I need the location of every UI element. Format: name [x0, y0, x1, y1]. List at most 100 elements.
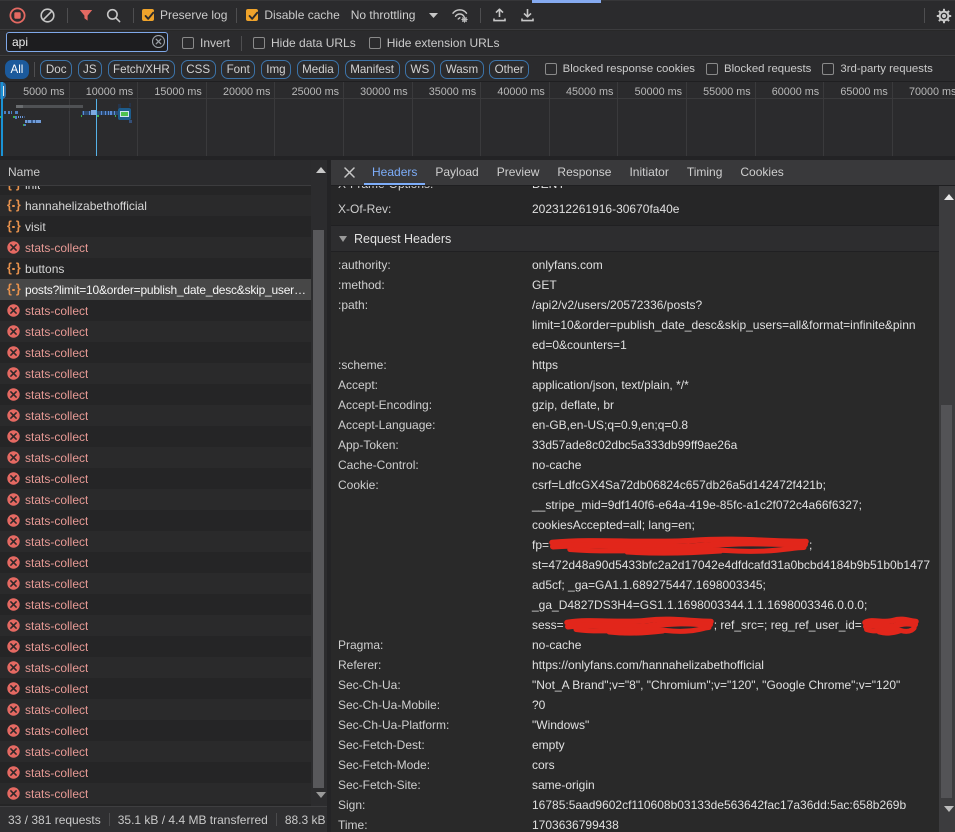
request-row-stats-collect[interactable]: stats-collect: [0, 615, 330, 636]
right-scrollbar[interactable]: [939, 186, 955, 832]
invert-checkbox[interactable]: [182, 37, 194, 49]
scroll-down-icon[interactable]: [316, 792, 326, 798]
header-value: __stripe_mid=9df140f6-e64a-419e-85fc-a1c…: [532, 498, 862, 512]
value-text: onlyfans.com: [532, 258, 603, 272]
filter-input[interactable]: [6, 32, 168, 52]
request-row-stats-collect[interactable]: stats-collect: [0, 657, 330, 678]
left-scrollbar-thumb[interactable]: [313, 230, 324, 788]
error-icon: [7, 745, 20, 758]
waterfall-mark: [25, 120, 27, 123]
request-row-stats-collect[interactable]: stats-collect: [0, 468, 330, 489]
request-row-stats-collect[interactable]: stats-collect: [0, 531, 330, 552]
tab-cookies[interactable]: Cookies: [732, 160, 791, 185]
preserve-log-checkbox[interactable]: [142, 9, 154, 21]
network-conditions-icon[interactable]: [451, 8, 470, 23]
request-row-stats-collect[interactable]: stats-collect: [0, 405, 330, 426]
type-filter-wasm[interactable]: Wasm: [440, 60, 483, 79]
search-icon[interactable]: [106, 8, 121, 23]
request-row-stats-collect[interactable]: stats-collect: [0, 594, 330, 615]
request-row-stats-collect[interactable]: stats-collect: [0, 321, 330, 342]
request-row-stats-collect[interactable]: stats-collect: [0, 573, 330, 594]
request-row-init[interactable]: {}init: [0, 186, 330, 195]
disable-cache-checkbox[interactable]: [246, 9, 258, 21]
overview-window-left-edge[interactable]: [1, 82, 3, 160]
request-headers-section[interactable]: Request Headers: [331, 225, 955, 252]
scroll-down-icon[interactable]: [944, 806, 954, 812]
type-filter-fetch-xhr[interactable]: Fetch/XHR: [108, 60, 176, 79]
hide-data-urls-checkbox[interactable]: [253, 37, 265, 49]
request-row-stats-collect[interactable]: stats-collect: [0, 552, 330, 573]
close-icon[interactable]: [340, 164, 358, 182]
request-row-stats-collect[interactable]: stats-collect: [0, 762, 330, 783]
request-row-stats-collect[interactable]: stats-collect: [0, 342, 330, 363]
type-filter-other[interactable]: Other: [489, 60, 529, 79]
request-row-stats-collect[interactable]: stats-collect: [0, 489, 330, 510]
request-row-stats-collect[interactable]: stats-collect: [0, 741, 330, 762]
type-filter-all[interactable]: All: [5, 60, 29, 79]
hide-extension-urls-checkbox[interactable]: [369, 37, 381, 49]
filter-icon[interactable]: [79, 8, 93, 22]
record-icon[interactable]: [9, 7, 26, 24]
timeline-overview[interactable]: 5000 ms10000 ms15000 ms20000 ms25000 ms3…: [0, 82, 955, 160]
request-row-stats-collect[interactable]: stats-collect: [0, 783, 330, 804]
request-row-hannahelizabethofficial[interactable]: {}hannahelizabethofficial: [0, 195, 330, 216]
right-scrollbar-thumb[interactable]: [941, 405, 952, 798]
request-row-stats-collect[interactable]: stats-collect: [0, 510, 330, 531]
error-icon: [7, 556, 20, 569]
request-row-stats-collect[interactable]: stats-collect: [0, 363, 330, 384]
type-filter-manifest[interactable]: Manifest: [345, 60, 400, 79]
import-har-icon[interactable]: [492, 7, 507, 23]
header-value: no-cache: [532, 458, 581, 472]
request-row-stats-collect[interactable]: stats-collect: [0, 300, 330, 321]
request-row-stats-collect[interactable]: stats-collect: [0, 447, 330, 468]
left-scrollbar[interactable]: [311, 160, 327, 806]
request-row-stats-collect[interactable]: stats-collect: [0, 720, 330, 741]
name-column-header[interactable]: Name: [0, 160, 330, 186]
clear-icon[interactable]: [40, 8, 55, 23]
divider: [34, 62, 35, 77]
request-header-row: Accept-Language:en-GB,en-US;q=0.9,en;q=0…: [331, 415, 955, 435]
settings-gear-icon[interactable]: [936, 8, 952, 24]
request-row-stats-collect[interactable]: stats-collect: [0, 678, 330, 699]
value-text: ?0: [532, 698, 545, 712]
blocked-response-cookies-checkbox[interactable]: [545, 63, 557, 75]
header-value: csrf=LdfcGX4Sa72db06824c657db26a5d142472…: [532, 478, 826, 492]
hide-extension-urls-label: Hide extension URLs: [387, 36, 500, 50]
type-filter-doc[interactable]: Doc: [40, 60, 72, 79]
clear-filter-icon[interactable]: [152, 35, 165, 48]
scroll-up-icon[interactable]: [316, 167, 326, 173]
scroll-up-icon[interactable]: [944, 194, 954, 200]
error-icon: [7, 577, 20, 590]
redaction-scribble: [564, 616, 714, 634]
type-filter-font[interactable]: Font: [221, 60, 255, 79]
type-filter-css[interactable]: CSS: [181, 60, 216, 79]
header-value: "Not_A Brand";v="8", "Chromium";v="120",…: [532, 678, 900, 692]
timeline-tick-label: 20000 ms: [223, 86, 270, 98]
request-row-stats-collect[interactable]: stats-collect: [0, 426, 330, 447]
tab-headers[interactable]: Headers: [364, 160, 425, 185]
type-filter-img[interactable]: Img: [261, 60, 291, 79]
throttling-select[interactable]: No throttling: [351, 8, 416, 22]
header-name: Accept-Encoding:: [338, 398, 432, 412]
type-filter-js[interactable]: JS: [78, 60, 103, 79]
request-row-stats-collect[interactable]: stats-collect: [0, 636, 330, 657]
export-har-icon[interactable]: [520, 7, 535, 23]
tab-payload[interactable]: Payload: [427, 160, 486, 185]
blocked-requests-checkbox[interactable]: [706, 63, 718, 75]
request-row-visit[interactable]: {}visit: [0, 216, 330, 237]
type-filter-media[interactable]: Media: [297, 60, 340, 79]
header-value: fp=;: [532, 536, 812, 554]
type-filter-ws[interactable]: WS: [405, 60, 435, 79]
header-name: X-Of-Rev:: [338, 202, 391, 216]
request-row-stats-collect[interactable]: stats-collect: [0, 237, 330, 258]
request-row-stats-collect[interactable]: stats-collect: [0, 384, 330, 405]
request-row-posts-limit-10-order-pub[interactable]: {}posts?limit=10&order=publish_date_desc…: [0, 279, 330, 300]
third-party-requests-checkbox[interactable]: [822, 63, 834, 75]
tab-preview[interactable]: Preview: [489, 160, 548, 185]
request-row-stats-collect[interactable]: stats-collect: [0, 699, 330, 720]
triangle-down-icon: [339, 236, 347, 242]
request-row-buttons[interactable]: {}buttons: [0, 258, 330, 279]
tab-timing[interactable]: Timing: [679, 160, 731, 185]
tab-response[interactable]: Response: [549, 160, 619, 185]
tab-initiator[interactable]: Initiator: [621, 160, 676, 185]
